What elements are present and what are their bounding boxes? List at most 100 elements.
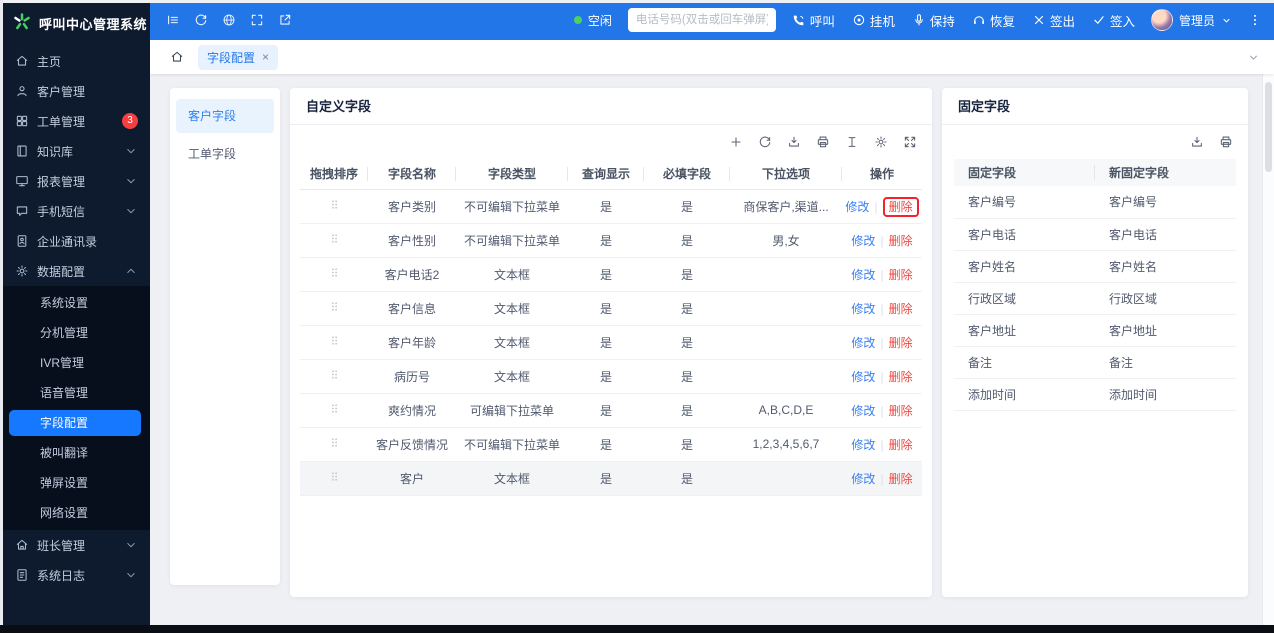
window-frame-bottom bbox=[0, 625, 1274, 633]
row-height-icon[interactable] bbox=[845, 135, 859, 149]
sidebar-item-2[interactable]: 工单管理 3 bbox=[0, 106, 150, 136]
plus-icon[interactable] bbox=[729, 135, 743, 149]
query-display-cell: 是 bbox=[568, 223, 644, 258]
delete-link[interactable]: 删除 bbox=[889, 234, 913, 248]
status-label: 空闲 bbox=[587, 13, 612, 28]
hangup-button[interactable]: 挂机 bbox=[852, 11, 895, 30]
edit-link[interactable]: 修改 bbox=[851, 370, 875, 384]
sidebar-subitem-IVR管理[interactable]: IVR管理 bbox=[0, 348, 150, 378]
sidebar-item-6[interactable]: 企业通讯录 bbox=[0, 226, 150, 256]
print-icon[interactable] bbox=[816, 135, 830, 149]
column-header: 下拉选项 bbox=[730, 159, 842, 190]
operations-cell: 修改 | 删除 bbox=[842, 223, 922, 258]
more-options-button[interactable] bbox=[1248, 13, 1262, 27]
gear-icon[interactable] bbox=[874, 135, 888, 149]
drag-handle-icon[interactable] bbox=[329, 436, 340, 449]
call-button[interactable]: 呼叫 bbox=[792, 11, 835, 30]
edit-link[interactable]: 修改 bbox=[851, 234, 875, 248]
edit-link[interactable]: 修改 bbox=[851, 438, 875, 452]
field-name-cell: 客户反馈情况 bbox=[368, 427, 456, 462]
delete-link[interactable]: 删除 bbox=[889, 472, 913, 486]
sidebar-item-8[interactable]: 班长管理 bbox=[0, 530, 150, 560]
delete-link[interactable]: 删除 bbox=[889, 336, 913, 350]
options-cell bbox=[730, 291, 842, 326]
home-tab-icon[interactable] bbox=[170, 50, 184, 64]
delete-link[interactable]: 删除 bbox=[889, 370, 913, 384]
user-menu[interactable]: 管理员 bbox=[1150, 9, 1232, 31]
sidebar: 呼叫中心管理系统 主页 客户管理 工单管理 3 知识库 报表管理 手机短信 企业通讯录 数据配置… bbox=[0, 0, 150, 625]
home-icon bbox=[15, 54, 29, 68]
edit-link[interactable]: 修改 bbox=[851, 302, 875, 316]
sidebar-subitem-字段配置[interactable]: 字段配置 bbox=[9, 410, 141, 436]
download-icon[interactable] bbox=[787, 135, 801, 149]
edit-link[interactable]: 修改 bbox=[851, 404, 875, 418]
sidebar-item-7[interactable]: 数据配置 bbox=[0, 256, 150, 286]
expand-icon[interactable] bbox=[903, 135, 917, 149]
sidebar-subitem-系统设置[interactable]: 系统设置 bbox=[0, 288, 150, 318]
delete-link[interactable]: 删除 bbox=[889, 268, 913, 282]
sidebar-subitem-网络设置[interactable]: 网络设置 bbox=[0, 498, 150, 528]
sidebar-item-0[interactable]: 主页 bbox=[0, 46, 150, 76]
edit-link[interactable]: 修改 bbox=[845, 200, 869, 214]
signin-button[interactable]: 签入 bbox=[1092, 11, 1135, 30]
drag-handle-icon[interactable] bbox=[329, 198, 340, 211]
tabbar-chevron-icon[interactable] bbox=[1247, 51, 1260, 64]
sidebar-subitem-分机管理[interactable]: 分机管理 bbox=[0, 318, 150, 348]
column-header: 必填字段 bbox=[644, 159, 730, 190]
sidebar-item-4[interactable]: 报表管理 bbox=[0, 166, 150, 196]
sidebar-item-1[interactable]: 客户管理 bbox=[0, 76, 150, 106]
refresh-icon[interactable] bbox=[758, 135, 772, 149]
sidebar-subitem-被叫翻译[interactable]: 被叫翻译 bbox=[0, 438, 150, 468]
table-row: 客户地址 客户地址 bbox=[954, 314, 1236, 347]
sidebar-item-5[interactable]: 手机短信 bbox=[0, 196, 150, 226]
fixed-fields-toolbar bbox=[942, 125, 1248, 159]
refresh-icon[interactable] bbox=[188, 7, 214, 33]
scrollbar-thumb[interactable] bbox=[1265, 82, 1272, 172]
window-frame-left bbox=[0, 0, 3, 625]
field-tabs-list: 客户字段 工单字段 bbox=[170, 99, 280, 171]
page-scrollbar[interactable] bbox=[1262, 74, 1274, 625]
fullscreen-icon[interactable] bbox=[244, 7, 270, 33]
required-cell: 是 bbox=[644, 393, 730, 428]
chevron-down-icon bbox=[124, 568, 138, 582]
field-tab-工单字段[interactable]: 工单字段 bbox=[176, 137, 274, 171]
field-tab-客户字段[interactable]: 客户字段 bbox=[176, 99, 274, 133]
edit-link[interactable]: 修改 bbox=[851, 268, 875, 282]
signout-button[interactable]: 签出 bbox=[1032, 11, 1075, 30]
tab-field-config[interactable]: 字段配置 × bbox=[198, 44, 279, 70]
edit-link[interactable]: 修改 bbox=[851, 472, 875, 486]
drag-handle-icon[interactable] bbox=[329, 470, 340, 483]
delete-link-highlighted[interactable]: 删除 bbox=[882, 196, 919, 217]
sidebar-item-3[interactable]: 知识库 bbox=[0, 136, 150, 166]
tab-close-icon[interactable]: × bbox=[262, 51, 269, 63]
globe-icon[interactable] bbox=[216, 7, 242, 33]
resume-button[interactable]: 恢复 bbox=[972, 11, 1015, 30]
download-icon[interactable] bbox=[1190, 135, 1204, 149]
column-header: 字段类型 bbox=[456, 159, 568, 190]
delete-link[interactable]: 删除 bbox=[889, 438, 913, 452]
hold-button[interactable]: 保持 bbox=[912, 11, 955, 30]
edit-link[interactable]: 修改 bbox=[851, 336, 875, 350]
field-type-cell: 不可编辑下拉菜单 bbox=[456, 427, 568, 462]
sidebar-item-label: 主页 bbox=[37, 54, 62, 69]
external-link-icon[interactable] bbox=[272, 7, 298, 33]
drag-handle-icon[interactable] bbox=[329, 368, 340, 381]
new-fixed-field-cell: 备注 bbox=[1095, 346, 1236, 379]
phone-number-input[interactable] bbox=[627, 8, 776, 32]
status-dot-icon bbox=[573, 16, 582, 24]
sidebar-subitem-语音管理[interactable]: 语音管理 bbox=[0, 378, 150, 408]
required-cell: 是 bbox=[644, 223, 730, 258]
new-fixed-field-cell: 添加时间 bbox=[1095, 378, 1236, 411]
drag-handle-icon[interactable] bbox=[329, 266, 340, 279]
sidebar-subitem-弹屏设置[interactable]: 弹屏设置 bbox=[0, 468, 150, 498]
sidebar-item-9[interactable]: 系统日志 bbox=[0, 560, 150, 590]
print-icon[interactable] bbox=[1219, 135, 1233, 149]
collapse-menu-icon[interactable] bbox=[160, 7, 186, 33]
drag-handle-icon[interactable] bbox=[329, 334, 340, 347]
table-row: 客户电话2 文本框是是修改 | 删除 bbox=[300, 257, 922, 292]
delete-link[interactable]: 删除 bbox=[889, 404, 913, 418]
drag-handle-icon[interactable] bbox=[329, 232, 340, 245]
drag-handle-icon[interactable] bbox=[329, 300, 340, 313]
drag-handle-icon[interactable] bbox=[329, 402, 340, 415]
delete-link[interactable]: 删除 bbox=[889, 302, 913, 316]
